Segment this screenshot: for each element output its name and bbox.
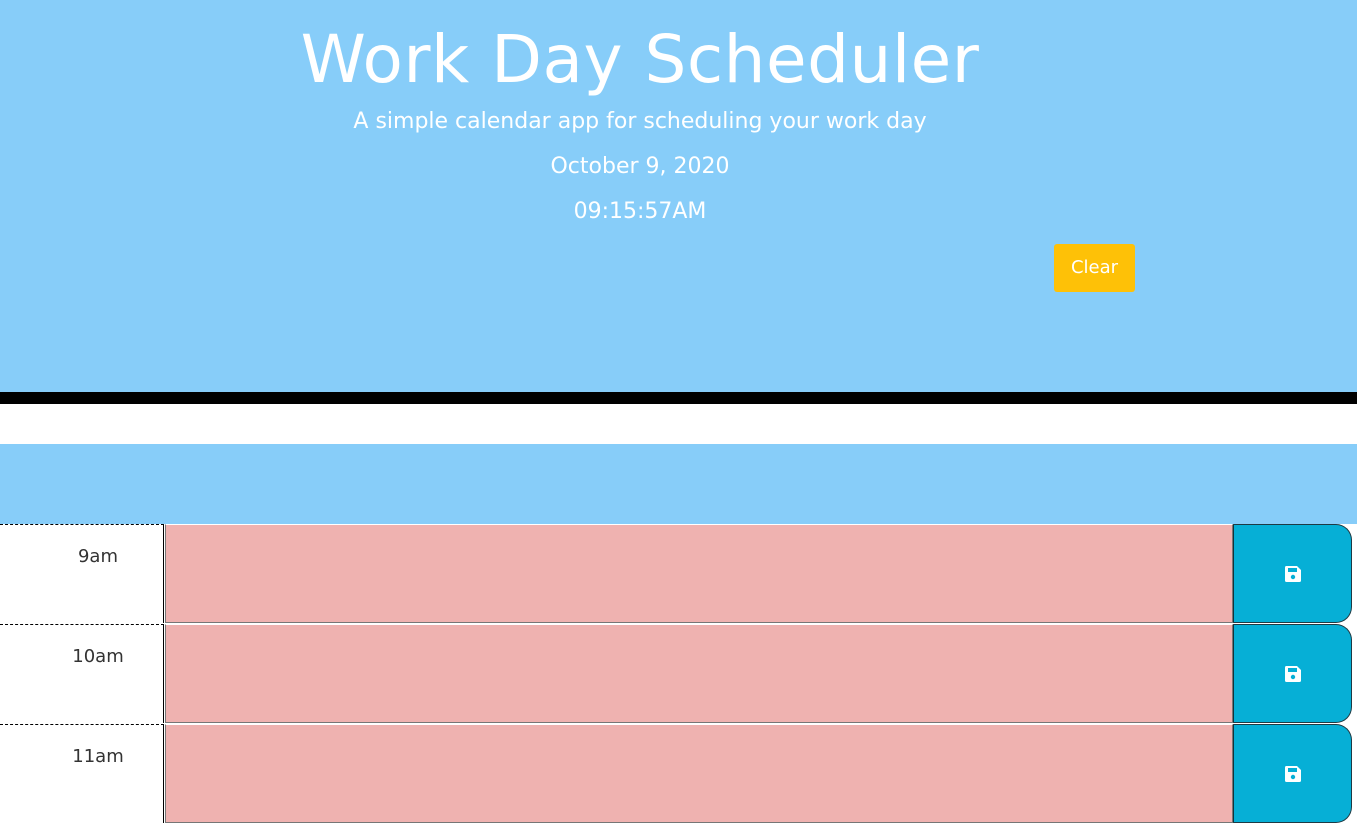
header-divider	[0, 392, 1357, 404]
hour-cell: 10am	[0, 624, 164, 723]
page-subtitle: A simple calendar app for scheduling you…	[353, 109, 927, 134]
floppy-disk-icon	[1284, 665, 1301, 682]
save-button[interactable]	[1233, 724, 1352, 823]
save-button[interactable]	[1233, 624, 1352, 723]
page-title: Work Day Scheduler	[300, 21, 980, 98]
event-textarea[interactable]	[165, 724, 1233, 823]
current-time: 09:15:57AM	[573, 199, 707, 224]
time-block-row: 10am	[0, 624, 1357, 724]
time-block-row: 9am	[0, 524, 1357, 624]
save-button[interactable]	[1233, 524, 1352, 623]
floppy-disk-icon	[1284, 765, 1301, 782]
floppy-disk-icon	[1284, 565, 1301, 582]
event-textarea[interactable]	[165, 524, 1233, 623]
schedule-top-band	[0, 444, 1357, 524]
current-date: October 9, 2020	[550, 154, 730, 179]
hour-cell: 9am	[0, 524, 164, 623]
time-block-row: 11am	[0, 724, 1357, 824]
clear-button[interactable]: Clear	[1054, 244, 1135, 292]
event-textarea[interactable]	[165, 624, 1233, 723]
hour-cell: 11am	[0, 724, 164, 823]
header-jumbotron: Work Day Scheduler A simple calendar app…	[0, 0, 1357, 392]
